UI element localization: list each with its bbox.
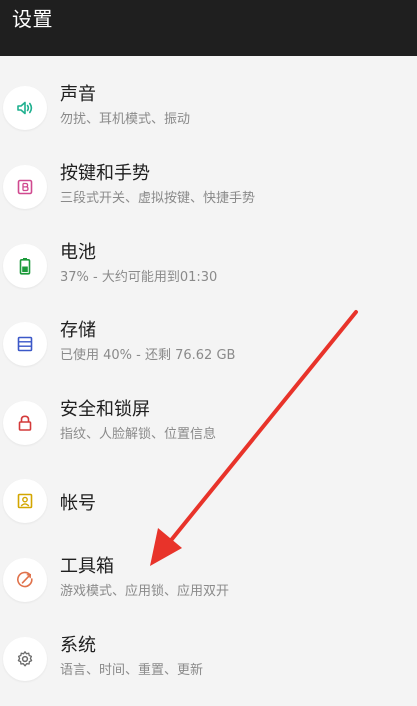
icon-circle: [3, 165, 47, 209]
storage-icon: [17, 336, 33, 352]
lock-icon: [18, 415, 32, 431]
item-subtitle: 37% - 大约可能用到01:30: [60, 270, 218, 285]
item-title: 系统: [60, 635, 96, 656]
speaker-icon: [17, 101, 33, 115]
icon-circle: [3, 86, 47, 130]
button-b-icon: [17, 179, 33, 195]
icon-circle: [3, 479, 47, 523]
icon-circle: [3, 244, 47, 288]
item-title: 工具箱: [60, 556, 114, 577]
settings-item-security-lockscreen[interactable]: 安全和锁屏 指纹、人脸解锁、位置信息: [0, 387, 417, 465]
item-title: 按键和手势: [60, 163, 150, 184]
icon-circle: [3, 637, 47, 681]
toolbox-icon: [17, 571, 33, 588]
settings-item-sound[interactable]: 声音 勿扰、耳机模式、振动: [0, 72, 417, 150]
item-subtitle: 三段式开关、虚拟按键、快捷手势: [60, 191, 256, 206]
item-title: 帐号: [60, 493, 96, 514]
page-title: 设置: [12, 7, 53, 31]
settings-item-buttons-gestures[interactable]: 按键和手势 三段式开关、虚拟按键、快捷手势: [0, 151, 417, 229]
gear-icon: [17, 651, 33, 667]
account-icon: [17, 493, 33, 509]
settings-item-storage[interactable]: 存储 已使用 40% - 还剩 76.62 GB: [0, 308, 417, 386]
battery-icon: [19, 258, 31, 275]
item-subtitle: 语言、时间、重置、更新: [60, 663, 204, 678]
icon-circle: [3, 322, 47, 366]
settings-item-battery[interactable]: 电池 37% - 大约可能用到01:30: [0, 230, 417, 308]
item-subtitle: 已使用 40% - 还剩 76.62 GB: [60, 348, 236, 363]
item-subtitle: 指纹、人脸解锁、位置信息: [60, 427, 217, 442]
item-title: 声音: [60, 84, 96, 105]
item-subtitle: 勿扰、耳机模式、振动: [60, 112, 191, 127]
icon-circle: [3, 401, 47, 445]
item-title: 安全和锁屏: [60, 399, 150, 420]
icon-circle: [3, 558, 47, 602]
app-bar: 设置: [0, 0, 417, 56]
item-title: 存储: [60, 320, 96, 341]
item-title: 电池: [60, 242, 96, 263]
settings-item-account[interactable]: 帐号: [0, 465, 417, 543]
item-subtitle: 游戏模式、应用锁、应用双开: [60, 584, 230, 599]
settings-item-system[interactable]: 系统 语言、时间、重置、更新: [0, 623, 417, 701]
settings-item-toolbox[interactable]: 工具箱 游戏模式、应用锁、应用双开: [0, 544, 417, 622]
